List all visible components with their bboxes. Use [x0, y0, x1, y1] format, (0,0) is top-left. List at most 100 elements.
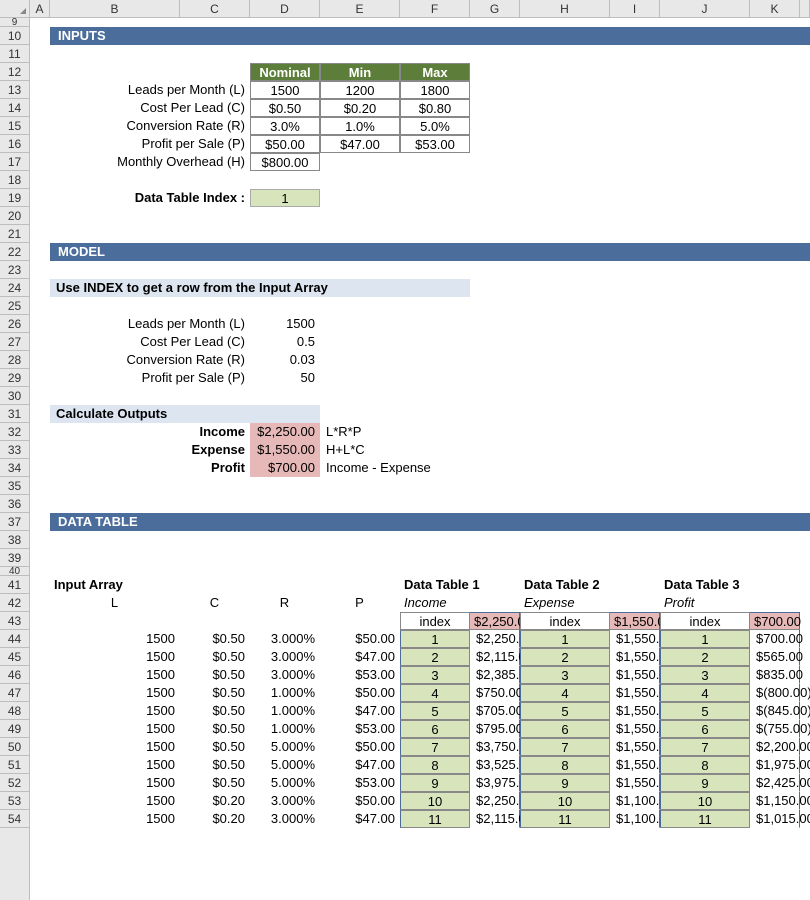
dt-0-idx-8[interactable]: 9 [400, 774, 470, 792]
row-header-30[interactable]: 30 [0, 387, 29, 405]
dt-1-val-2[interactable]: $1,550.00 [610, 666, 660, 684]
dt-0-val-8[interactable]: $3,975.00 [470, 774, 520, 792]
input-array-5-P[interactable]: $53.00 [320, 720, 400, 738]
dt-2-val-4[interactable]: $(845.00) [750, 702, 800, 720]
input-array-6-L[interactable]: 1500 [50, 738, 180, 756]
dt-0-idx-5[interactable]: 6 [400, 720, 470, 738]
input-array-3-P[interactable]: $50.00 [320, 684, 400, 702]
dt-0-idx-2[interactable]: 3 [400, 666, 470, 684]
input-array-7-C[interactable]: $0.50 [180, 756, 250, 774]
input-array-10-C[interactable]: $0.20 [180, 810, 250, 828]
dt-1-idx-4[interactable]: 5 [520, 702, 610, 720]
model-val-0[interactable]: 1500 [250, 315, 320, 333]
dt-2-idx-5[interactable]: 6 [660, 720, 750, 738]
dt-2-idx-2[interactable]: 3 [660, 666, 750, 684]
dt-1-idx-5[interactable]: 6 [520, 720, 610, 738]
dt-2-val-8[interactable]: $2,425.00 [750, 774, 800, 792]
row-header-16[interactable]: 16 [0, 135, 29, 153]
input-array-7-P[interactable]: $47.00 [320, 756, 400, 774]
dt-val-hdr-0[interactable]: $2,250.00 [470, 612, 520, 630]
col-header-I[interactable]: I [610, 0, 660, 17]
col-header-G[interactable]: G [470, 0, 520, 17]
dt-2-idx-9[interactable]: 10 [660, 792, 750, 810]
row-header-11[interactable]: 11 [0, 45, 29, 63]
input-val-3-2[interactable]: $53.00 [400, 135, 470, 153]
dt-1-val-5[interactable]: $1,550.00 [610, 720, 660, 738]
select-all-corner[interactable] [0, 0, 30, 17]
row-header-33[interactable]: 33 [0, 441, 29, 459]
row-header-32[interactable]: 32 [0, 423, 29, 441]
dt-0-idx-1[interactable]: 2 [400, 648, 470, 666]
row-header-26[interactable]: 26 [0, 315, 29, 333]
dt-1-idx-9[interactable]: 10 [520, 792, 610, 810]
input-array-1-P[interactable]: $47.00 [320, 648, 400, 666]
dt-1-val-9[interactable]: $1,100.00 [610, 792, 660, 810]
input-array-5-C[interactable]: $0.50 [180, 720, 250, 738]
row-header-19[interactable]: 19 [0, 189, 29, 207]
row-header-45[interactable]: 45 [0, 648, 29, 666]
input-array-2-R[interactable]: 3.000% [250, 666, 320, 684]
dt-0-idx-10[interactable]: 11 [400, 810, 470, 828]
row-header-43[interactable]: 43 [0, 612, 29, 630]
dt-1-idx-2[interactable]: 3 [520, 666, 610, 684]
input-array-9-P[interactable]: $50.00 [320, 792, 400, 810]
input-array-0-L[interactable]: 1500 [50, 630, 180, 648]
input-array-5-L[interactable]: 1500 [50, 720, 180, 738]
dt-2-idx-10[interactable]: 11 [660, 810, 750, 828]
input-array-5-R[interactable]: 1.000% [250, 720, 320, 738]
dt-1-val-4[interactable]: $1,550.00 [610, 702, 660, 720]
row-header-24[interactable]: 24 [0, 279, 29, 297]
input-array-9-R[interactable]: 3.000% [250, 792, 320, 810]
dt-1-val-6[interactable]: $1,550.00 [610, 738, 660, 756]
dt-0-val-1[interactable]: $2,115.00 [470, 648, 520, 666]
input-array-4-R[interactable]: 1.000% [250, 702, 320, 720]
row-header-40[interactable]: 40 [0, 567, 29, 576]
row-header-44[interactable]: 44 [0, 630, 29, 648]
row-header-21[interactable]: 21 [0, 225, 29, 243]
input-array-2-C[interactable]: $0.50 [180, 666, 250, 684]
dt-1-val-0[interactable]: $1,550.00 [610, 630, 660, 648]
dt-0-val-10[interactable]: $2,115.00 [470, 810, 520, 828]
input-array-4-C[interactable]: $0.50 [180, 702, 250, 720]
dt-1-val-1[interactable]: $1,550.00 [610, 648, 660, 666]
output-val-0[interactable]: $2,250.00 [250, 423, 320, 441]
row-header-53[interactable]: 53 [0, 792, 29, 810]
col-header-J[interactable]: J [660, 0, 750, 17]
dt-0-idx-4[interactable]: 5 [400, 702, 470, 720]
input-array-8-R[interactable]: 5.000% [250, 774, 320, 792]
input-array-1-C[interactable]: $0.50 [180, 648, 250, 666]
input-array-10-L[interactable]: 1500 [50, 810, 180, 828]
row-header-14[interactable]: 14 [0, 99, 29, 117]
dt-1-idx-10[interactable]: 11 [520, 810, 610, 828]
input-val-0-1[interactable]: 1200 [320, 81, 400, 99]
row-header-39[interactable]: 39 [0, 549, 29, 567]
dt-0-idx-3[interactable]: 4 [400, 684, 470, 702]
input-val-2-1[interactable]: 1.0% [320, 117, 400, 135]
output-val-2[interactable]: $700.00 [250, 459, 320, 477]
dt-2-idx-4[interactable]: 5 [660, 702, 750, 720]
dt-2-val-2[interactable]: $835.00 [750, 666, 800, 684]
dt-1-val-7[interactable]: $1,550.00 [610, 756, 660, 774]
col-header-C[interactable]: C [180, 0, 250, 17]
row-header-23[interactable]: 23 [0, 261, 29, 279]
input-array-2-P[interactable]: $53.00 [320, 666, 400, 684]
grid[interactable]: INPUTSNominalMinMaxLeads per Month (L)15… [30, 18, 810, 900]
input-array-8-P[interactable]: $53.00 [320, 774, 400, 792]
row-header-9[interactable]: 9 [0, 18, 29, 27]
dt-0-val-6[interactable]: $3,750.00 [470, 738, 520, 756]
dt-2-idx-8[interactable]: 9 [660, 774, 750, 792]
input-array-6-R[interactable]: 5.000% [250, 738, 320, 756]
row-header-46[interactable]: 46 [0, 666, 29, 684]
row-header-27[interactable]: 27 [0, 333, 29, 351]
dt-val-hdr-1[interactable]: $1,550.00 [610, 612, 660, 630]
dt-1-val-3[interactable]: $1,550.00 [610, 684, 660, 702]
dt-1-idx-6[interactable]: 7 [520, 738, 610, 756]
row-header-50[interactable]: 50 [0, 738, 29, 756]
dt-2-idx-7[interactable]: 8 [660, 756, 750, 774]
row-header-34[interactable]: 34 [0, 459, 29, 477]
row-header-12[interactable]: 12 [0, 63, 29, 81]
dt-2-val-10[interactable]: $1,015.00 [750, 810, 800, 828]
row-header-17[interactable]: 17 [0, 153, 29, 171]
input-array-10-P[interactable]: $47.00 [320, 810, 400, 828]
input-array-0-P[interactable]: $50.00 [320, 630, 400, 648]
